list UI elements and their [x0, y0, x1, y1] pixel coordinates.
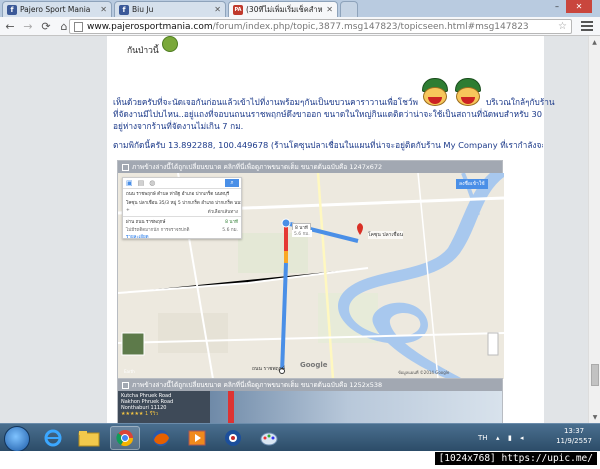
address-bar[interactable]: www.pajerosportmania.com/forum/index.php… — [69, 19, 572, 34]
earth-toggle-label[interactable]: Earth — [124, 369, 135, 374]
destination-label[interactable]: โคซุน ปลาเชื่อน — [368, 231, 403, 239]
tab-title: Pajero Sport Mania — [20, 5, 91, 14]
route-via: ผ่าน ถนน ราชพฤกษ์ — [126, 220, 166, 225]
paint-icon[interactable] — [254, 426, 284, 450]
search-icon[interactable]: ⌕ — [225, 179, 239, 187]
tab-title: Biu Ju — [132, 5, 154, 14]
back-arrow-icon[interactable]: ← — [2, 18, 18, 34]
close-tab-icon[interactable]: ✕ — [214, 5, 221, 14]
close-tab-icon[interactable]: ✕ — [100, 5, 107, 14]
post-line: ที่จัดงานมีไปบไหน..อยู่แถงที่จอบนถนนราชพ… — [113, 109, 543, 119]
tab-active-topic[interactable]: PA (30ทีไม่เพิ่มเริ่มเช็คสำหรับ… ✕ — [228, 1, 338, 17]
post-line: บริเวณใกล้ๆกับร้าน — [486, 97, 555, 107]
soldier-smiley-icon — [453, 78, 483, 108]
scroll-up-icon[interactable]: ▲ — [589, 36, 600, 48]
watermark: [1024x768] https://upic.me/ — [434, 452, 597, 465]
close-tab-icon[interactable]: ✕ — [326, 5, 333, 14]
tab-biu-ju[interactable]: f Biu Ju ✕ — [114, 1, 226, 17]
place-card: Kutcha Phruek Road Nakhon Phruek Road No… — [121, 393, 173, 417]
route-to[interactable]: โคซุน ปลาเชื่อน 35/3 หมู่ 5 ปากเกร็ด อำเ… — [123, 198, 241, 207]
route-distance: 5.6 กม. — [222, 228, 238, 233]
map-image[interactable]: ภาพข้างล่างนี้ได้ถูกเปลี่ยนขนาด คลิกที่น… — [117, 160, 504, 379]
tab-strip: f Pajero Sport Mania ✕ f Biu Ju ✕ PA (30… — [0, 0, 600, 17]
forward-arrow-icon[interactable]: → — [20, 18, 36, 34]
url-path: /forum/index.php/topic,3877.msg147823/to… — [212, 21, 529, 32]
clock-date: 11/9/2557 — [556, 437, 592, 445]
network-icon[interactable]: ▮ — [508, 434, 516, 442]
windows-taskbar: TH ▴ ▮ ◂ 13:37 11/9/2557 — [0, 423, 600, 452]
bookmark-star-icon[interactable]: ☆ — [558, 21, 567, 32]
browser-toolbar: ← → ⟳ ⌂ www.pajerosportmania.com/forum/i… — [0, 17, 600, 36]
map-copyright: ข้อมูลแผนที่ ©2014 Google — [398, 370, 450, 375]
directions-panel: ▣ ▤ ◍ ⌕ ถนน ราชพฤกษ์ ตำบล ท่าอิฐ อำเภอ ป… — [122, 177, 242, 240]
google-logo: Google — [300, 361, 328, 369]
route-time: 8 นาที — [225, 220, 238, 225]
scroll-down-icon[interactable]: ▼ — [589, 411, 600, 423]
file-explorer-icon[interactable] — [74, 426, 104, 450]
post-coordinates-line: ตามพิกัดนี้ครับ 13.892288, 100.449678 (ร… — [113, 140, 543, 150]
pajero-favicon-icon: PA — [233, 4, 243, 15]
input-language[interactable]: TH — [478, 434, 488, 442]
route-details-link[interactable]: รายละเอียด — [123, 233, 241, 240]
transit-icon[interactable]: ▤ — [138, 179, 145, 187]
image-resize-caption[interactable]: ภาพข้างล่างนี้ได้ถูกเปลี่ยนขนาด คลิกที่น… — [118, 161, 502, 173]
tab-pajero-sport-mania[interactable]: f Pajero Sport Mania ✕ — [2, 1, 112, 17]
route-options-link[interactable]: ตัวเลือกเส้นทาง — [208, 208, 238, 215]
image-resize-caption[interactable]: ภาพข้างล่างนี้ได้ถูกเปลี่ยนขนาด คลิกที่น… — [118, 379, 502, 391]
reload-icon[interactable]: ⟳ — [38, 18, 54, 34]
tray-expand-icon[interactable]: ▴ — [496, 434, 504, 442]
post-line: อยู่ห่างจากร้านที่จัดงานไม่เกิน 7 กม. — [113, 121, 244, 131]
media-player-icon[interactable] — [182, 426, 212, 450]
post-subtitle: กันป่าวนี้ — [127, 46, 159, 56]
sign-in-button[interactable]: ลงชื่อเข้าใช้ — [456, 179, 488, 189]
security-shield-icon[interactable] — [218, 426, 248, 450]
google-map[interactable]: ▣ ▤ ◍ ⌕ ถนน ราชพฤกษ์ ตำบล ท่าอิฐ อำเภอ ป… — [118, 173, 504, 379]
page-viewport: กันป่าวนี้ เห็นด้วยครับที่จะนัดเจอกันก่อ… — [0, 36, 600, 423]
caption-text: ภาพข้างล่างนี้ได้ถูกเปลี่ยนขนาด คลิกที่น… — [132, 163, 383, 171]
route-options-row: + ตัวเลือกเส้นทาง — [123, 207, 241, 216]
route-note: ไม่มีรถติดมากนัก การจราจรปกติ — [126, 228, 190, 233]
pole-graphic — [228, 391, 234, 423]
travel-mode-bar: ▣ ▤ ◍ ⌕ — [123, 178, 241, 189]
resize-icon — [122, 381, 129, 389]
post-line: เห็นด้วยครับที่จะนัดเจอกันก่อนแล้วเข้าไป… — [113, 97, 418, 107]
soldier-smiley-icon — [420, 78, 450, 108]
facebook-icon: f — [7, 4, 17, 15]
new-tab-button[interactable] — [340, 1, 358, 17]
emoticon-icon — [162, 36, 178, 52]
minimize-button[interactable]: – — [548, 0, 566, 13]
car-icon[interactable]: ▣ — [126, 179, 133, 187]
facebook-icon: f — [119, 4, 129, 15]
caption-text: ภาพข้างล่างนี้ได้ถูกเปลี่ยนขนาด คลิกที่น… — [132, 381, 383, 389]
route-distance-bubble: 5.6 กม. — [292, 230, 312, 237]
place-rating: ★★★★★ 1 รีวิว — [121, 411, 159, 417]
route-from[interactable]: ถนน ราชพฤกษ์ ตำบล ท่าอิฐ อำเภอ ปากเกร็ด … — [123, 189, 241, 198]
clock-time: 13:37 — [563, 427, 585, 435]
scroll-thumb[interactable] — [591, 364, 599, 386]
street-view-image: Kutcha Phruek Road Nakhon Phruek Road No… — [118, 391, 502, 423]
map-image-2[interactable]: ภาพข้างล่างนี้ได้ถูกเปลี่ยนขนาด คลิกที่น… — [117, 378, 503, 423]
forum-post: กันป่าวนี้ เห็นด้วยครับที่จะนัดเจอกันก่อ… — [107, 36, 555, 423]
firefox-icon[interactable] — [146, 426, 176, 450]
chrome-menu-icon[interactable] — [581, 20, 593, 32]
window-controls: – ✕ — [548, 0, 592, 14]
page-scrollbar[interactable]: ▲ ▼ — [588, 36, 600, 423]
walk-icon[interactable]: ◍ — [149, 179, 155, 187]
chrome-icon[interactable] — [110, 426, 140, 450]
page-icon — [74, 21, 83, 32]
tab-title: (30ทีไม่เพิ่มเริ่มเช็คสำหรับ… — [246, 4, 323, 14]
url-host: www.pajerosportmania.com — [87, 21, 213, 32]
start-label: ถนน ราชพฤกษ์ — [252, 366, 285, 372]
volume-icon[interactable]: ◂ — [520, 434, 528, 442]
resize-icon — [122, 163, 129, 171]
internet-explorer-icon[interactable] — [38, 426, 68, 450]
clock[interactable]: 13:37 11/9/2557 — [556, 426, 592, 446]
route-details-row: ไม่มีรถติดมากนัก การจราจรปกติ 5.6 กม. — [123, 226, 241, 233]
start-button[interactable] — [4, 426, 30, 452]
route-summary[interactable]: ผ่าน ถนน ราชพฤกษ์ 8 นาที — [123, 216, 241, 226]
add-destination-button[interactable]: + — [126, 208, 130, 215]
close-window-button[interactable]: ✕ — [566, 0, 592, 13]
